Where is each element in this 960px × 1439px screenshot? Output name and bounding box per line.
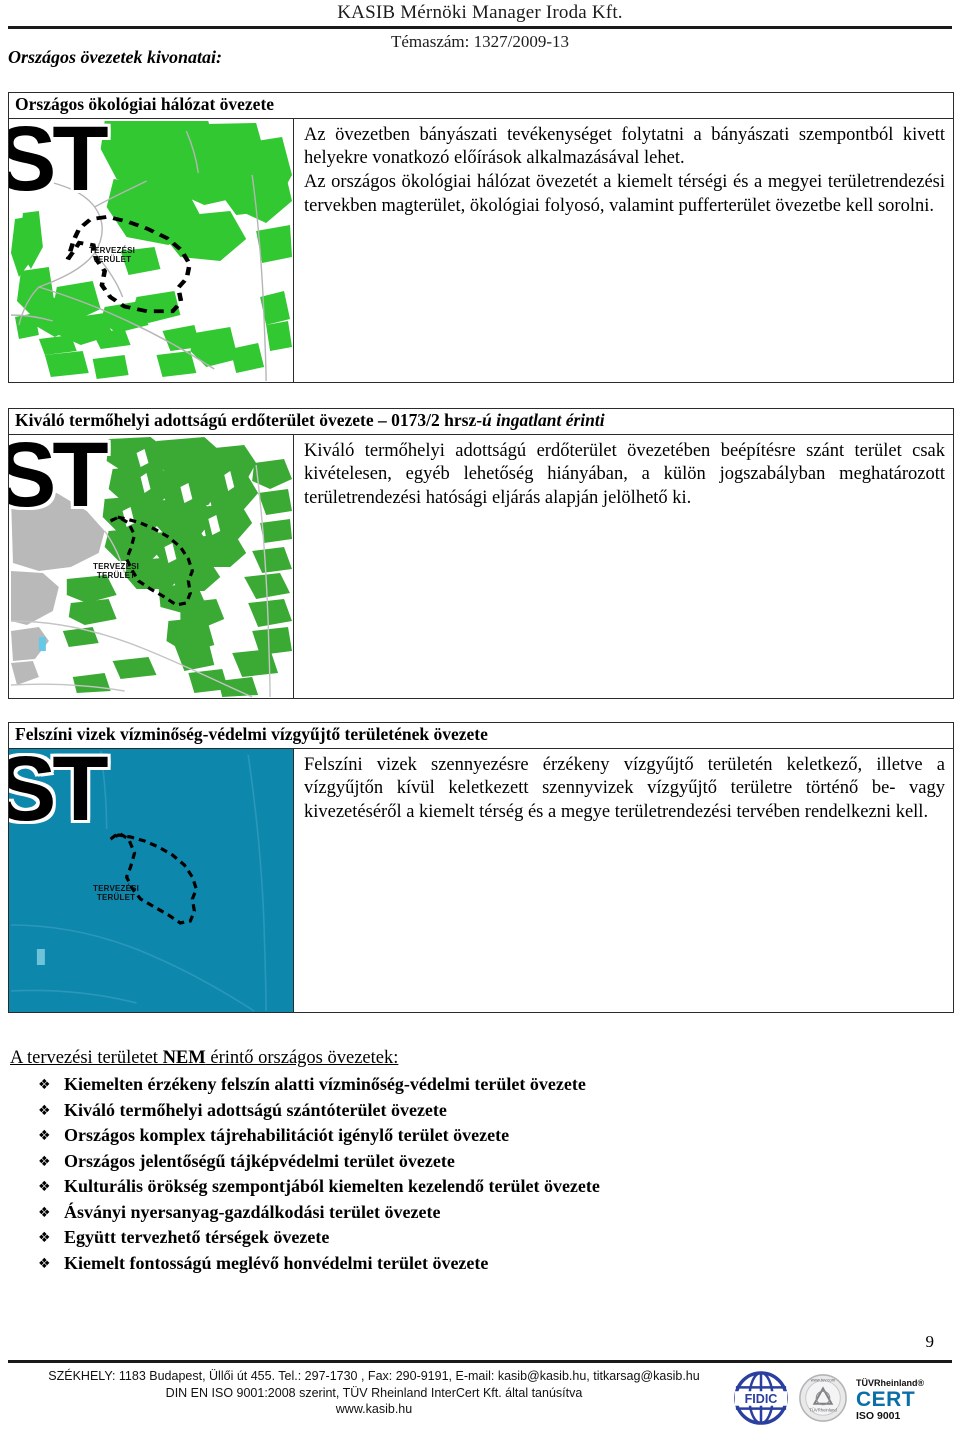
section-title-text: Kiváló termőhelyi adottságú erdőterület … xyxy=(15,410,483,430)
diamond-bullet-icon: ❖ xyxy=(38,1179,51,1196)
footer-line-address: SZÉKHELY: 1183 Budapest, Üllői út 455. T… xyxy=(48,1369,700,1383)
list-item-label: Kulturális örökség szempontjából kiemelt… xyxy=(64,1176,600,1197)
not-affected-title: A tervezési területet NEM érintő országo… xyxy=(10,1048,954,1069)
section-orszagos-okologiai-halozat: Országos ökológiai hálózat övezete T TER… xyxy=(8,92,954,383)
diamond-bullet-icon: ❖ xyxy=(38,1255,51,1272)
map-water-catchment-zone[interactable]: ST TERVEZÉSI TERÜLET xyxy=(9,748,294,1012)
list-item: ❖ Együtt tervezhető térségek övezete xyxy=(38,1225,954,1251)
list-item: ❖ Kiemelten érzékeny felszín alatti vízmi… xyxy=(38,1072,954,1098)
section-title: Felszíni vizek vízminőség-védelmi vízgyű… xyxy=(9,723,953,749)
map-forest-zone[interactable]: ST TERVEZÉSI TERÜLET xyxy=(9,434,294,698)
diamond-bullet-icon: ❖ xyxy=(38,1128,51,1145)
list-item-label: Országos jelentőségű tájképvédelmi terül… xyxy=(64,1150,455,1171)
tuv-seal-label: TÜVRheinland xyxy=(809,1407,837,1412)
diamond-bullet-icon: ❖ xyxy=(38,1102,51,1119)
diamond-bullet-icon: ❖ xyxy=(38,1077,51,1093)
list-item-label: Kiemelten érzékeny felszín alatti vízmin… xyxy=(64,1074,586,1094)
section-body-text: Felszíni vizek szennyezésre érzékeny víz… xyxy=(304,754,945,822)
header-company-name: KASIB Mérnöki Manager Iroda Kft. xyxy=(337,2,623,23)
page-footer: SZÉKHELY: 1183 Budapest, Üllői út 455. T… xyxy=(0,1360,960,1431)
footer-line-website[interactable]: www.kasib.hu xyxy=(16,1401,732,1418)
section-title-text: Felszíni vizek vízminőség-védelmi vízgyű… xyxy=(15,724,488,744)
tuv-seal-url: www.tuv.com xyxy=(811,1378,836,1383)
map-area-label: TERVEZÉSI TERÜLET xyxy=(89,245,136,264)
tuv-cert-logo: TÜVRheinland® CERT ISO 9001 xyxy=(856,1378,952,1422)
page-header: KASIB Mérnöki Manager Iroda Kft. Témaszá… xyxy=(0,0,960,52)
page-title: Országos övezetek kivonatai: xyxy=(8,47,222,67)
list-item: ❖ Kiváló termőhelyi adottságú szántóterül… xyxy=(38,1098,954,1124)
not-affected-title-prefix: A tervezési területet xyxy=(10,1048,163,1068)
list-item: ❖ Ásványi nyersanyag-gazdálkodási terület… xyxy=(38,1200,954,1226)
page-number: 9 xyxy=(925,1332,935,1351)
diamond-bullet-icon: ❖ xyxy=(38,1204,51,1221)
section-body: ST TERVEZÉSI TERÜLET Az övezetben bányás… xyxy=(9,118,953,382)
section-title-italic: ú ingatlant érinti xyxy=(482,410,605,430)
section-title: Országos ökológiai hálózat övezete xyxy=(9,93,953,119)
section-body-text: Kiváló termőhelyi adottságú erdőterület … xyxy=(304,440,945,508)
footer-line-certification: DIN EN ISO 9001:2008 szerint, TÜV Rheinl… xyxy=(165,1385,583,1400)
list-item-label: Kiváló termőhelyi adottságú szántóterüle… xyxy=(64,1099,447,1120)
list-item: ❖ Kiemelt fontosságú meglévő honvédelmi t… xyxy=(38,1251,954,1277)
diamond-bullet-icon: ❖ xyxy=(38,1230,51,1247)
section-body: ST TERVEZÉSI TERÜLET Kiváló termőhelyi a… xyxy=(9,434,953,698)
list-item: ❖ Országos komplex tájrehabilitációt igén… xyxy=(38,1123,954,1149)
section-felszini-vizek-vizgyujto: Felszíni vizek vízminőség-védelmi vízgyű… xyxy=(8,722,954,1013)
tuv-seal-icon: TÜVRheinland www.tuv.com xyxy=(798,1373,848,1428)
map-area-label: TERVEZÉSI TERÜLET xyxy=(93,883,140,902)
section-title-text: Országos ökológiai hálózat övezete xyxy=(15,94,275,114)
section-kivalo-termohelyi-erdoterulet: Kiváló termőhelyi adottságú erdőterület … xyxy=(8,408,954,699)
map-ecological-network[interactable]: ST TERVEZÉSI TERÜLET xyxy=(9,118,294,382)
list-item-label: Együtt tervezhető térségek övezete xyxy=(64,1227,330,1248)
section-body: ST TERVEZÉSI TERÜLET Felszíni vizek szen… xyxy=(9,748,953,1012)
cert-title-label: CERT xyxy=(856,1387,916,1411)
map-graphic xyxy=(9,434,293,698)
not-affected-title-suffix: érintő országos övezetek: xyxy=(205,1048,399,1068)
list-item: ❖ Kulturális örökség szempontjából kiemel… xyxy=(38,1174,954,1200)
diamond-bullet-icon: ❖ xyxy=(38,1153,51,1170)
not-affected-title-strong: NEM xyxy=(162,1048,206,1068)
footer-logo-group: FIDIC TÜVRheinland www.tuv.com TÜVRheinl… xyxy=(732,1368,952,1431)
not-affected-list: ❖ Kiemelten érzékeny felszín alatti vízmi… xyxy=(8,1072,954,1276)
list-item: ❖ Országos jelentőségű tájképvédelmi terü… xyxy=(38,1149,954,1175)
section-body-text: Az övezetben bányászati tevékenységet fo… xyxy=(304,124,945,216)
map-graphic xyxy=(9,748,293,1012)
list-item-label: Ásványi nyersanyag-gazdálkodási terület … xyxy=(64,1201,441,1222)
cert-standard-label: ISO 9001 xyxy=(856,1409,901,1422)
map-area-label: TERVEZÉSI TERÜLET xyxy=(93,561,140,580)
footer-contact-text: SZÉKHELY: 1183 Budapest, Üllői út 455. T… xyxy=(8,1368,732,1418)
section-title: Kiváló termőhelyi adottságú erdőterület … xyxy=(9,409,953,435)
fidic-logo-text: FIDIC xyxy=(745,1392,778,1406)
not-affected-zones-block: A tervezési területet NEM érintő országo… xyxy=(8,1048,954,1276)
list-item-label: Kiemelt fontosságú meglévő honvédelmi te… xyxy=(64,1252,489,1273)
list-item-label: Országos komplex tájrehabilitációt igény… xyxy=(64,1125,510,1146)
map-graphic xyxy=(9,118,293,382)
fidic-logo-icon: FIDIC xyxy=(732,1370,790,1431)
